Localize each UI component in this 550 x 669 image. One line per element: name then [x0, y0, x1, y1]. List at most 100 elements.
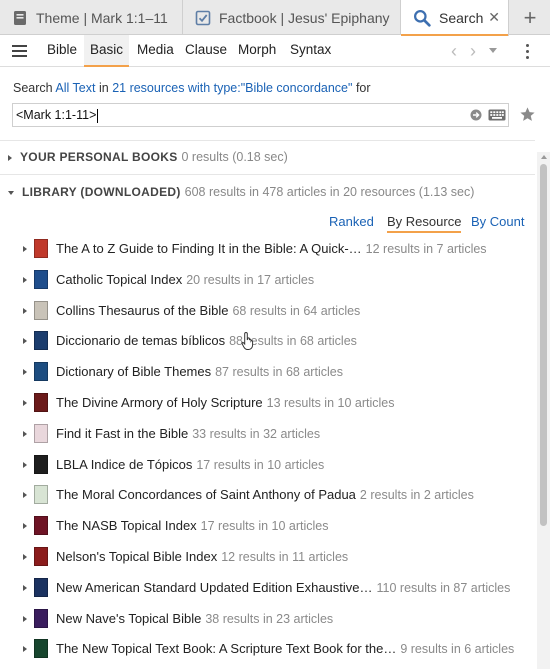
sort-by-resource[interactable]: By Resource [387, 214, 462, 233]
menu-icon[interactable] [12, 45, 27, 60]
resource-title-text[interactable]: The Divine Armory of Holy Scripture [56, 395, 263, 410]
expand-icon[interactable] [23, 646, 27, 653]
section-meta: 608 results in 478 articles in 20 resour… [184, 185, 475, 199]
search-input[interactable]: <Mark 1:1-11> [12, 103, 509, 127]
add-tab-button[interactable]: + [510, 0, 550, 35]
expand-icon[interactable] [23, 492, 27, 499]
forward-arrow-icon[interactable]: › [470, 41, 476, 62]
expand-icon[interactable] [8, 154, 12, 161]
resource-title[interactable]: Collins Thesaurus of the Bible 68 results… [56, 303, 360, 318]
expand-icon[interactable] [23, 584, 27, 591]
resource-title-text[interactable]: The NASB Topical Index [56, 518, 197, 533]
tab-bible[interactable]: Bible [41, 35, 83, 67]
history-dropdown-icon[interactable] [489, 48, 497, 53]
resource-row[interactable]: Catholic Topical Index 20 results in 17 a… [0, 266, 535, 297]
star-icon[interactable] [519, 106, 536, 123]
resource-title[interactable]: The Moral Concordances of Saint Anthony … [56, 487, 474, 502]
resource-title[interactable]: Nelson's Topical Bible Index 12 results i… [56, 549, 348, 564]
sort-by-count[interactable]: By Count [471, 214, 524, 229]
book-cover-icon [34, 239, 48, 258]
resource-filter-link[interactable]: 21 resources with type:"Bible concordanc… [112, 81, 352, 95]
resource-title[interactable]: Find it Fast in the Bible 33 results in 3… [56, 426, 320, 441]
resource-title[interactable]: The New Topical Text Book: A Scripture T… [56, 641, 514, 656]
resource-title-text[interactable]: Diccionario de temas bíblicos [56, 333, 225, 348]
sort-ranked[interactable]: Ranked [329, 214, 374, 229]
book-cover-icon [34, 547, 48, 566]
resource-title-text[interactable]: New American Standard Updated Edition Ex… [56, 580, 373, 595]
expand-icon[interactable] [23, 523, 27, 530]
tab-morph[interactable]: Morph [232, 35, 282, 67]
resource-title[interactable]: The NASB Topical Index 17 results in 10 a… [56, 518, 329, 533]
collapse-icon[interactable] [8, 190, 14, 195]
resource-title[interactable]: New American Standard Updated Edition Ex… [56, 580, 510, 595]
expand-icon[interactable] [23, 338, 27, 345]
expand-icon[interactable] [23, 246, 27, 252]
resource-title[interactable]: The A to Z Guide to Finding It in the Bi… [56, 241, 487, 256]
keyboard-icon[interactable] [488, 109, 506, 121]
resource-row[interactable]: New American Standard Updated Edition Ex… [0, 574, 535, 605]
resource-result-count: 17 results in 10 articles [196, 457, 325, 472]
resource-result-count: 68 results in 64 articles [232, 303, 361, 318]
search-query: <Mark 1:1-11> [16, 108, 97, 122]
expand-icon[interactable] [23, 461, 27, 468]
resource-title[interactable]: Diccionario de temas bíblicos 88 results … [56, 333, 357, 348]
resource-title-text[interactable]: New Nave's Topical Bible [56, 611, 201, 626]
resource-title-text[interactable]: The New Topical Text Book: A Scripture T… [56, 641, 396, 656]
library-section[interactable]: LIBRARY (DOWNLOADED) 608 results in 478 a… [8, 185, 474, 199]
resource-title-text[interactable]: The A to Z Guide to Finding It in the Bi… [56, 241, 362, 256]
tab-media[interactable]: Media [131, 35, 180, 67]
expand-icon[interactable] [23, 369, 27, 376]
personal-books-section[interactable]: YOUR PERSONAL BOOKS 0 results (0.18 sec) [8, 150, 288, 164]
resource-row[interactable]: Collins Thesaurus of the Bible 68 results… [0, 297, 535, 328]
resource-title[interactable]: Dictionary of Bible Themes 87 results in … [56, 364, 343, 379]
resource-result-count: 38 results in 23 articles [205, 611, 334, 626]
tab-basic[interactable]: Basic [84, 35, 130, 67]
close-icon[interactable]: ✕ [488, 9, 500, 26]
resource-title-text[interactable]: Find it Fast in the Bible [56, 426, 188, 441]
resource-row[interactable]: New Nave's Topical Bible 38 results in 23… [0, 605, 535, 636]
resource-title-text[interactable]: Collins Thesaurus of the Bible [56, 303, 228, 318]
resource-row[interactable]: Diccionario de temas bíblicos 88 results … [0, 327, 535, 358]
resource-row[interactable]: The New Topical Text Book: A Scripture T… [0, 635, 535, 666]
expand-icon[interactable] [23, 276, 27, 283]
go-search-icon[interactable] [470, 109, 482, 121]
resource-title[interactable]: New Nave's Topical Bible 38 results in 23… [56, 611, 333, 626]
back-arrow-icon[interactable]: ‹ [451, 41, 457, 62]
tab-syntax[interactable]: Syntax [284, 35, 337, 67]
resource-title[interactable]: The Divine Armory of Holy Scripture 13 re… [56, 395, 394, 410]
resource-result-count: 87 results in 68 articles [215, 365, 343, 380]
scrollbar-thumb[interactable] [540, 164, 547, 526]
resource-row[interactable]: The Divine Armory of Holy Scripture 13 re… [0, 389, 535, 420]
factbook-icon [195, 10, 211, 25]
search-toolbar: Bible Basic Media Clause Morph Syntax ‹ … [0, 35, 550, 67]
resource-row[interactable]: Find it Fast in the Bible 33 results in 3… [0, 420, 535, 451]
resource-row[interactable]: The Moral Concordances of Saint Anthony … [0, 481, 535, 512]
resource-row[interactable]: The NASB Topical Index 17 results in 10 a… [0, 512, 535, 543]
resource-title-text[interactable]: Dictionary of Bible Themes [56, 364, 211, 379]
expand-icon[interactable] [23, 554, 27, 560]
tab-factbook[interactable]: Factbook | Jesus' Epiphany [183, 0, 401, 35]
search-scope-link[interactable]: All Text [55, 81, 95, 95]
resource-title-text[interactable]: LBLA Indice de Tópicos [56, 457, 192, 472]
resource-title[interactable]: Catholic Topical Index 20 results in 17 a… [56, 272, 314, 287]
resource-result-count: 13 results in 10 articles [266, 396, 395, 410]
resource-title[interactable]: LBLA Indice de Tópicos 17 results in 10 a… [56, 457, 324, 472]
tab-search[interactable]: Search ✕ [401, 0, 509, 36]
expand-icon[interactable] [23, 307, 27, 314]
resource-title-text[interactable]: Nelson's Topical Bible Index [56, 549, 217, 564]
expand-icon[interactable] [23, 430, 27, 437]
more-options-icon[interactable] [526, 44, 529, 62]
resource-title-text[interactable]: The Moral Concordances of Saint Anthony … [56, 487, 356, 502]
expand-icon[interactable] [23, 400, 27, 406]
resource-row[interactable]: Dictionary of Bible Themes 87 results in … [0, 358, 535, 389]
hand-cursor-icon [241, 331, 254, 350]
resource-row[interactable]: LBLA Indice de Tópicos 17 results in 10 a… [0, 451, 535, 482]
tab-clause[interactable]: Clause [179, 35, 233, 67]
expand-icon[interactable] [23, 615, 27, 622]
book-cover-icon [34, 269, 48, 289]
resource-title-text[interactable]: Catholic Topical Index [56, 272, 182, 287]
resource-row[interactable]: Nelson's Topical Bible Index 12 results i… [0, 543, 535, 574]
scroll-up-icon[interactable] [541, 155, 547, 159]
tab-theme-guide[interactable]: Theme | Mark 1:1–11 [0, 0, 183, 35]
resource-row[interactable]: The A to Z Guide to Finding It in the Bi… [0, 235, 535, 266]
